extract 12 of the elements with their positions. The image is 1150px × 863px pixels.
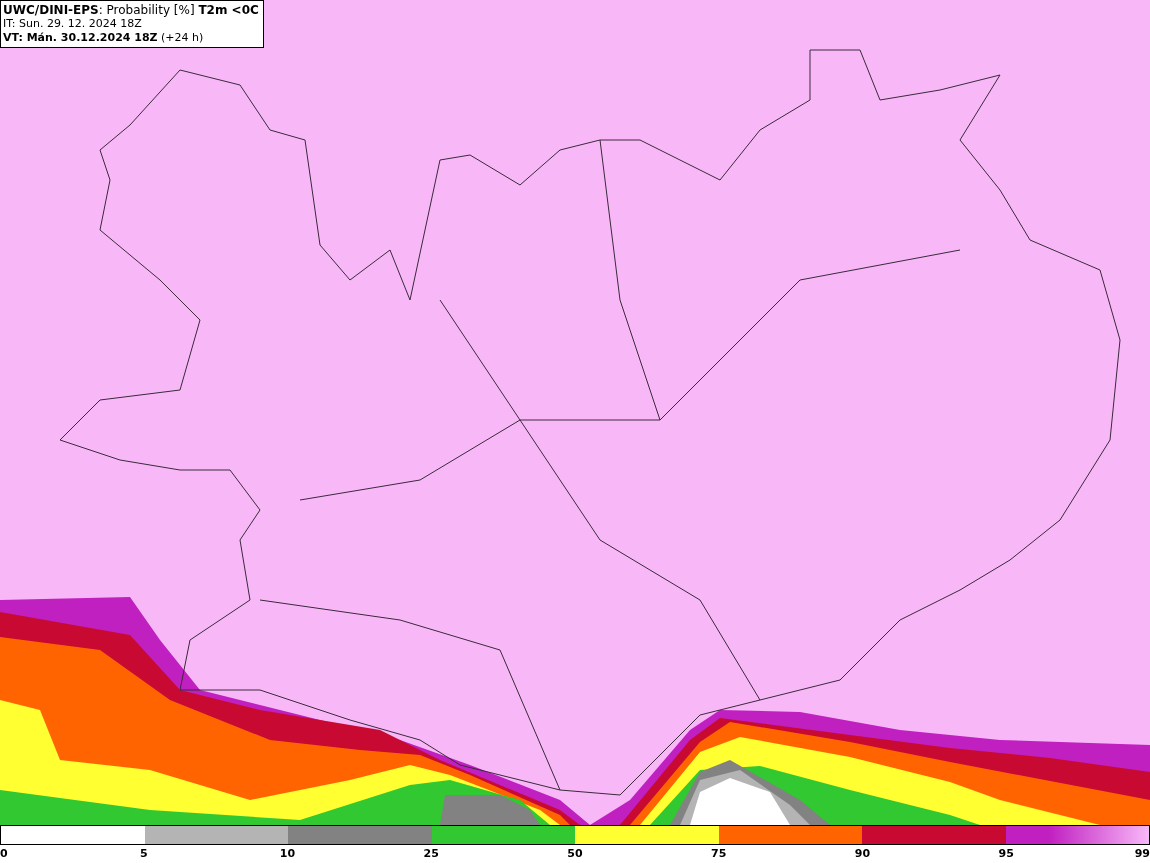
scale-label: 90: [854, 847, 871, 860]
title-line: UWC/DINI-EPS: Probability [%] T2m <0C: [3, 3, 259, 17]
scale-label: 25: [423, 847, 439, 860]
scale-label: 95: [998, 847, 1014, 860]
scale-label: 50: [567, 847, 583, 860]
scale-label: 5: [139, 847, 148, 860]
scale-label: 10: [279, 847, 296, 860]
scale-label: 75: [711, 847, 727, 860]
title-line: IT: Sun. 29. 12. 2024 18Z: [3, 17, 143, 31]
scale-label: 99: [1134, 847, 1150, 860]
title-line: VT: Mán. 30.12.2024 18Z (+24 h): [3, 31, 205, 45]
scale-label: 0: [0, 847, 8, 860]
